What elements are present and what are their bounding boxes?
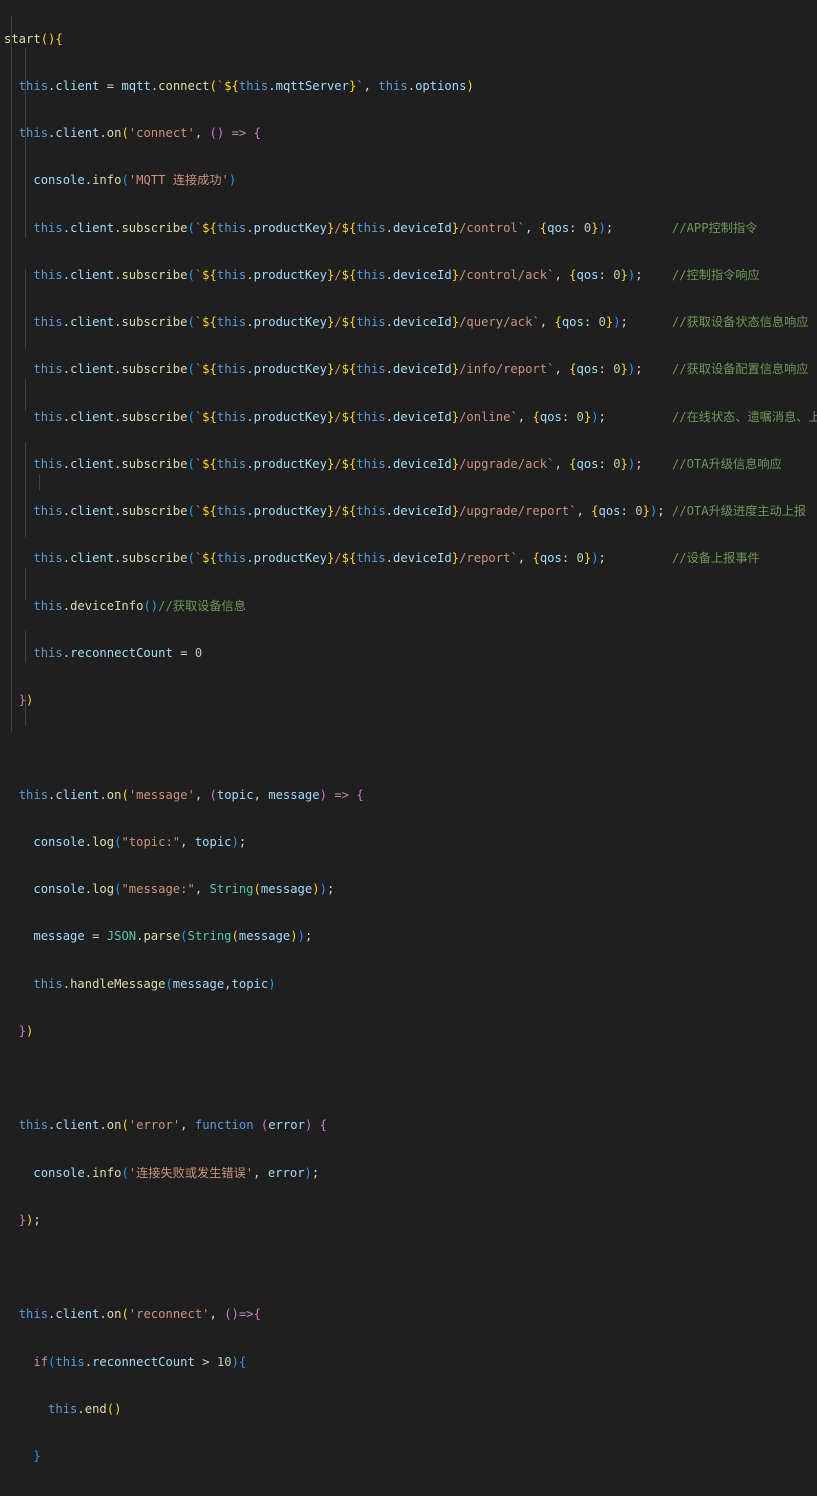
code-line: console.log("message:", String(message))… [33,882,335,896]
code-line: console.info('MQTT 连接成功') [33,173,237,188]
code-line: this.client.on('reconnect', ()=>{ [18,1307,261,1322]
code-line: this.client.subscribe(`${this.productKey… [33,504,807,518]
code-line: this.client.subscribe(`${this.productKey… [33,456,782,471]
code-line: message = JSON.parse(String(message)); [33,929,313,944]
code-line: this.client.subscribe(`${this.productKey… [33,409,817,424]
code-line: }); [18,1212,41,1227]
code-line: this.client.subscribe(`${this.productKey… [33,267,760,282]
code-line: }) [18,1023,34,1038]
code-line: if(this.reconnectCount > 10){ [33,1354,247,1369]
code-line: }) [18,693,34,707]
code-editor[interactable]: start(){ this.client = mqtt.connect(`${t… [0,0,817,1463]
code-line: this.client.subscribe(`${this.productKey… [33,551,760,566]
code-line: } [33,1449,41,1463]
code-line: this.handleMessage(message,topic) [33,976,276,991]
code-line: this.end() [48,1401,122,1416]
code-line: this.reconnectCount = 0 [33,645,203,660]
code-line: this.client.subscribe(`${this.productKey… [33,362,809,377]
code-line: this.client = mqtt.connect(`${this.mqttS… [18,78,474,93]
code-line: this.client.subscribe(`${this.productKey… [33,315,809,329]
code-line: start(){ [4,31,63,46]
code-content[interactable]: start(){ this.client = mqtt.connect(`${t… [0,0,817,1496]
code-line: this.client.on('connect', () => { [18,126,261,140]
code-line: this.deviceInfo()//获取设备信息 [33,598,246,613]
code-line: console.info('连接失败或发生错误', error); [33,1165,320,1180]
code-line: this.client.on('error', function (error)… [18,1118,327,1133]
code-line: this.client.on('message', (topic, messag… [18,787,364,802]
code-line: this.client.subscribe(`${this.productKey… [33,220,758,235]
code-line: console.log("topic:", topic); [33,834,247,849]
